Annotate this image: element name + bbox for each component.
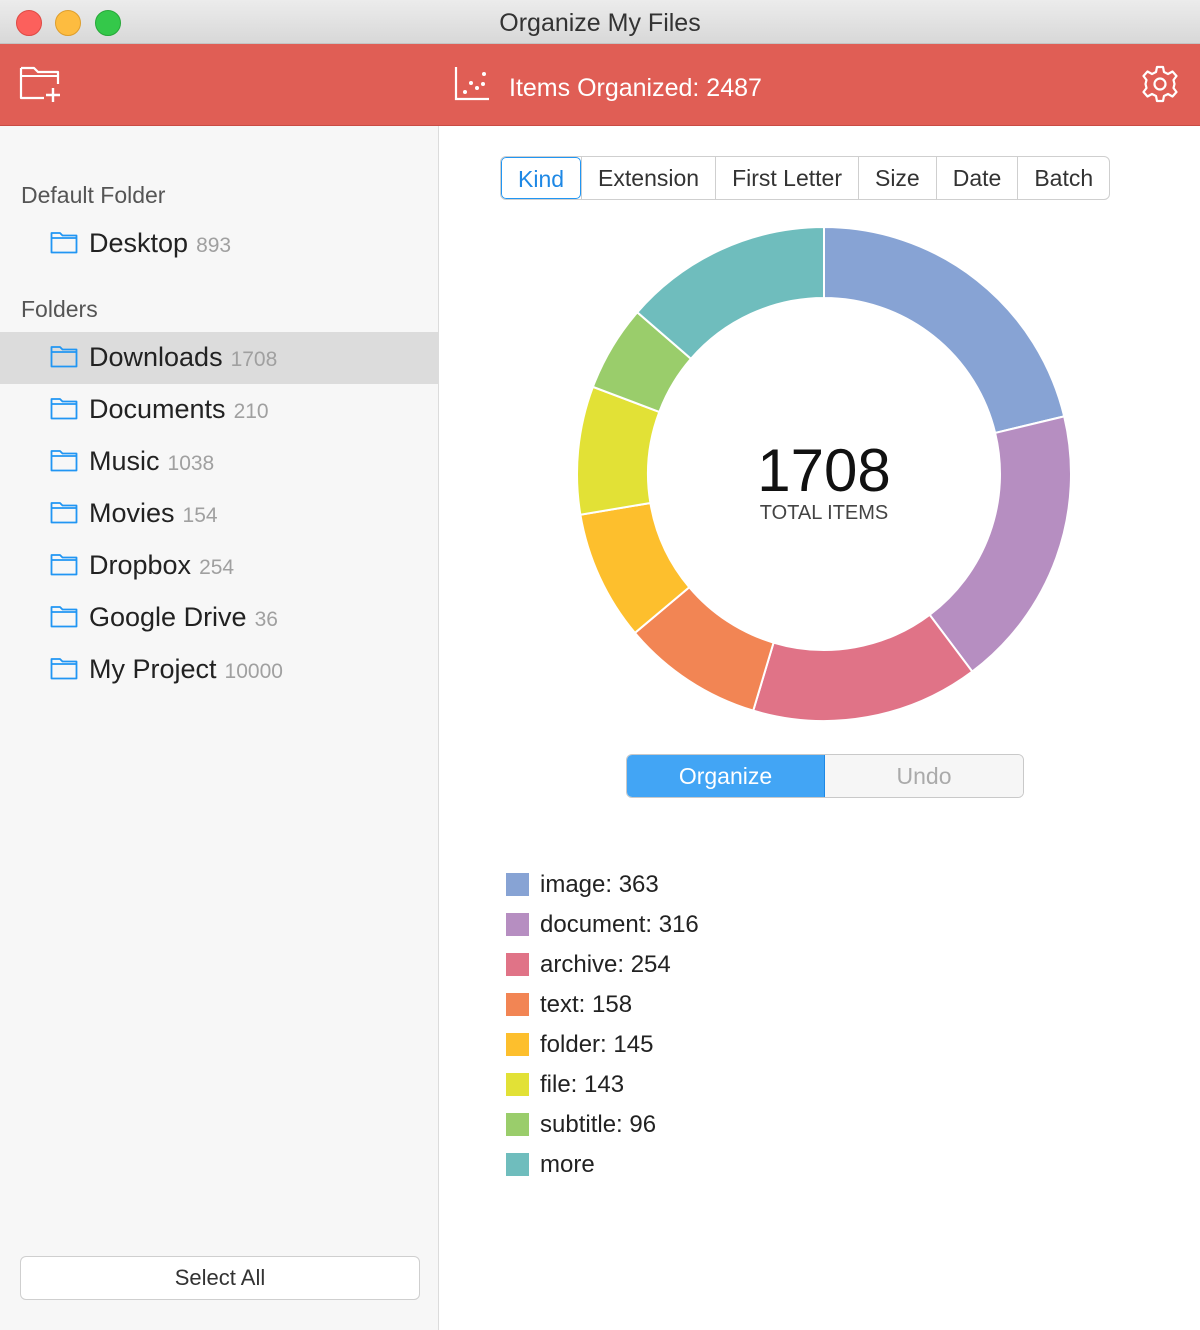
donut-slice-image[interactable] (823, 225, 1066, 435)
window-title: Organize My Files (499, 9, 701, 37)
organize-button[interactable]: Organize (627, 755, 825, 797)
folder-name: Documents (89, 394, 226, 424)
folder-icon (50, 554, 78, 576)
folder-count: 154 (182, 504, 218, 527)
folder-icon (50, 232, 78, 254)
items-organized-count: Items Organized: 2487 (509, 74, 762, 102)
title-bar: Organize My Files (0, 0, 1200, 44)
legend-swatch (506, 913, 529, 936)
total-items-count: 1708 (757, 437, 891, 504)
folder-count: 893 (196, 234, 232, 257)
legend-label: document: 316 (540, 911, 699, 938)
main-panel: Kind Extension First Letter Size Date Ba… (440, 126, 1200, 1330)
sidebar-item-my-project[interactable]: My Project 10000 (0, 644, 438, 696)
folder-icon (50, 502, 78, 524)
legend-swatch (506, 953, 529, 976)
toolbar: Items Organized: 2487 (0, 44, 1200, 126)
legend-swatch (506, 1033, 529, 1056)
folder-count: 1038 (167, 452, 215, 475)
folder-count: 1708 (230, 348, 278, 371)
legend-label: archive: 254 (540, 951, 671, 978)
sidebar-item-music[interactable]: Music 1038 (0, 436, 438, 488)
gear-icon[interactable] (1140, 64, 1180, 104)
default-folder-heading: Default Folder (21, 182, 166, 208)
folder-icon (50, 606, 78, 628)
action-buttons: Organize Undo (626, 754, 1024, 798)
folder-icon (50, 346, 78, 368)
folder-count: 254 (199, 556, 235, 579)
folder-icon (50, 398, 78, 420)
folder-name: Downloads (89, 342, 223, 372)
folder-icon (50, 450, 78, 472)
donut-slice-document[interactable] (928, 415, 1072, 673)
legend-swatch (506, 1153, 529, 1176)
sidebar: Default Folder Desktop 893 Folders Downlo… (0, 126, 439, 1330)
legend-swatch (506, 873, 529, 896)
legend-swatch (506, 1113, 529, 1136)
sidebar-item-downloads[interactable]: Downloads 1708 (0, 332, 438, 384)
legend-label: file: 143 (540, 1071, 625, 1098)
folder-count: 210 (233, 400, 269, 423)
legend-label: more (540, 1151, 595, 1178)
folder-name: Dropbox (89, 550, 192, 580)
folder-count: 10000 (224, 660, 283, 683)
sidebar-item-movies[interactable]: Movies 154 (0, 488, 438, 540)
legend-label: folder: 145 (540, 1031, 654, 1058)
folder-name: Google Drive (89, 602, 247, 632)
total-items-label: TOTAL ITEMS (759, 502, 889, 524)
undo-button[interactable]: Undo (825, 755, 1023, 797)
folder-count: 36 (254, 608, 278, 631)
legend-swatch (506, 993, 529, 1016)
folder-name: My Project (89, 654, 217, 684)
folder-name: Movies (89, 498, 175, 528)
sidebar-item-google-drive[interactable]: Google Drive 36 (0, 592, 438, 644)
sidebar-item-desktop[interactable]: Desktop 893 (0, 218, 438, 270)
legend-swatch (506, 1073, 529, 1096)
donut-slice-archive[interactable] (751, 613, 974, 722)
folders-heading: Folders (21, 296, 98, 322)
folder-icon (50, 658, 78, 680)
folder-name: Desktop (89, 228, 189, 258)
select-all-button[interactable]: Select All (20, 1256, 420, 1300)
folder-name: Music (89, 446, 160, 476)
sidebar-item-documents[interactable]: Documents 210 (0, 384, 438, 436)
stats-icon (452, 64, 492, 104)
legend-label: subtitle: 96 (540, 1111, 657, 1138)
legend-label: image: 363 (540, 871, 659, 898)
add-folder-icon[interactable] (18, 62, 64, 104)
legend-label: text: 158 (540, 991, 633, 1018)
sidebar-item-dropbox[interactable]: Dropbox 254 (0, 540, 438, 592)
